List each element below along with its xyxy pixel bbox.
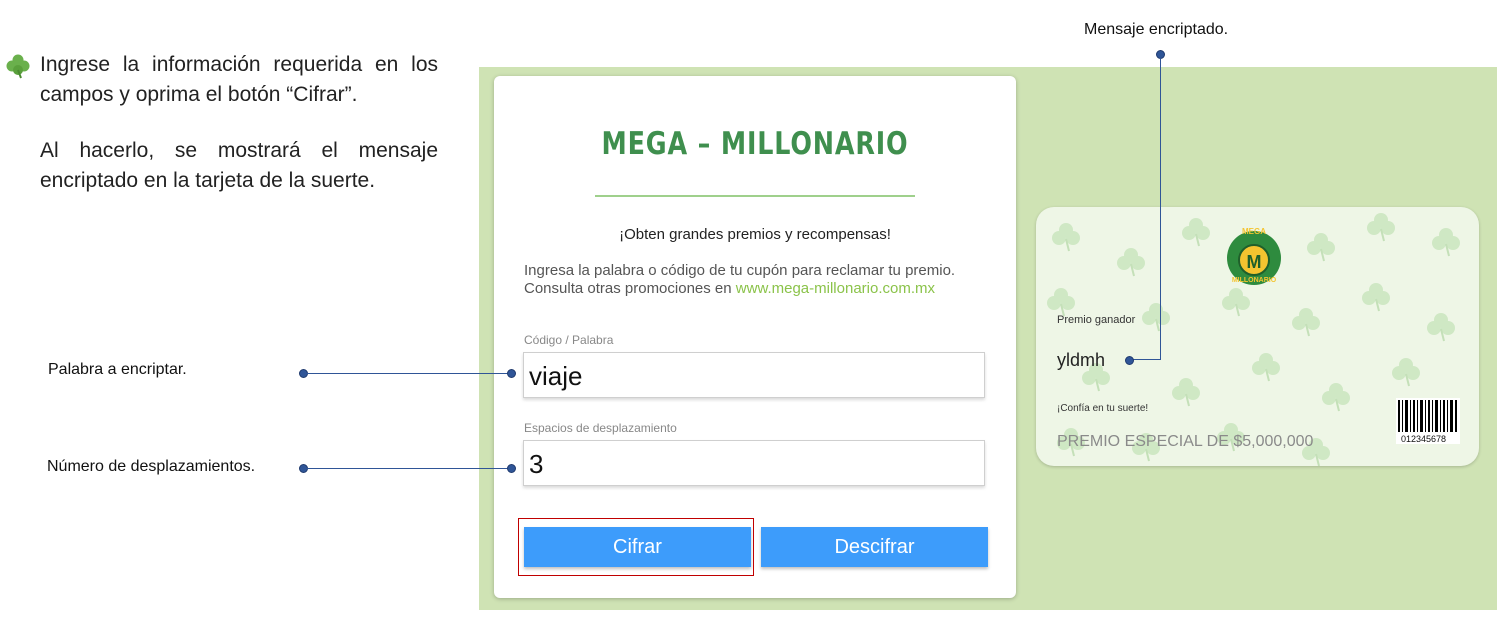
brand-title: MEGA – MILLONARIO xyxy=(601,126,909,162)
code-label: Código / Palabra xyxy=(524,333,614,347)
callout-word: Palabra a encriptar. xyxy=(48,361,187,378)
instructions: Ingrese la información requerida en los … xyxy=(40,50,438,222)
encrypt-highlight xyxy=(518,518,754,576)
description-line-2: Consulta otras promociones en www.mega-m… xyxy=(524,280,994,298)
prize-label: Premio ganador xyxy=(1057,314,1136,326)
callout-message-vline xyxy=(1160,54,1161,360)
logo-top-text: MEGA xyxy=(1242,227,1266,236)
shift-input[interactable]: 3 xyxy=(523,440,985,486)
code-input[interactable]: viaje xyxy=(523,352,985,398)
description-line-1: Ingresa la palabra o código de tu cupón … xyxy=(524,262,956,279)
instruction-step: Ingrese la información requerida en los … xyxy=(40,53,438,106)
callout-shift-line xyxy=(304,468,509,469)
logo-initial: M xyxy=(1246,252,1262,272)
prize-value: yldmh xyxy=(1057,350,1106,370)
callout-shift-end-dot xyxy=(507,464,516,473)
promotions-link[interactable]: www.mega-millonario.com.mx xyxy=(736,280,935,297)
callout-message-end-dot xyxy=(1125,356,1134,365)
callout-message: Mensaje encriptado. xyxy=(1084,21,1229,38)
logo-bottom-text: MILLONARIO xyxy=(1231,277,1277,284)
callout-word-line xyxy=(304,373,509,374)
luck-text: ¡Confía en tu suerte! xyxy=(1057,403,1149,414)
special-prize: PREMIO ESPECIAL DE $5,000,000 xyxy=(1057,433,1314,450)
callout-message-hline xyxy=(1131,359,1161,360)
shift-label: Espacios de desplazamiento xyxy=(524,421,677,435)
description: Ingresa la palabra o código de tu cupón … xyxy=(524,262,994,298)
tagline: ¡Obten grandes premios y recompensas! xyxy=(619,226,891,243)
callout-shift: Número de desplazamientos. xyxy=(47,458,256,475)
callout-word-end-dot xyxy=(507,369,516,378)
brand-divider xyxy=(595,195,915,197)
instruction-result: Al hacerlo, se mostrará el mensaje encri… xyxy=(40,139,438,192)
clover-icon xyxy=(6,54,30,79)
description-prefix: Consulta otras promociones en xyxy=(524,280,736,297)
decrypt-button[interactable]: Descifrar xyxy=(761,527,988,567)
barcode-number: 012345678 xyxy=(1401,434,1447,444)
